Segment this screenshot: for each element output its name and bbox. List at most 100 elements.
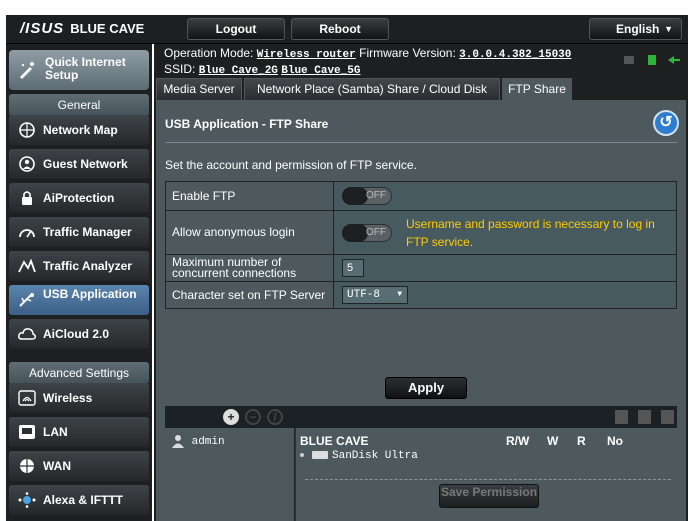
alexa-icon xyxy=(18,492,36,508)
anonymous-login-toggle[interactable]: OFF xyxy=(342,223,392,242)
nav-network-map[interactable]: Network Map xyxy=(9,115,149,145)
monitor-icon xyxy=(19,425,35,439)
row-enable-ftp: Enable FTP OFF xyxy=(165,181,677,211)
nav-usb-application[interactable]: USB Application xyxy=(9,285,149,315)
account-list: admin xyxy=(165,428,295,521)
wizard-icon xyxy=(20,62,34,79)
product-name: BLUE CAVE xyxy=(70,21,145,36)
toggle-state: OFF xyxy=(366,190,386,201)
ssid-label: SSID: xyxy=(164,62,196,76)
nav-label: WAN xyxy=(43,459,71,473)
enable-ftp-toggle[interactable]: OFF xyxy=(342,187,392,205)
cloud-icon xyxy=(18,328,36,340)
app-icon[interactable] xyxy=(623,52,635,64)
modify-folder-icon[interactable] xyxy=(661,410,674,424)
nav-label: Alexa & IFTTT xyxy=(43,493,124,507)
nav-guest-network[interactable]: Guest Network xyxy=(9,149,149,179)
disk-item[interactable]: SanDisk Ultra xyxy=(300,450,418,462)
nav-alexa-ifttt[interactable]: Alexa & IFTTT xyxy=(9,485,149,515)
chevron-down-icon: ▼ xyxy=(397,290,402,299)
usb-icon xyxy=(19,293,34,307)
charset-select[interactable]: UTF-8 ▼ xyxy=(342,286,408,304)
anonymous-warning-text: Username and password is necessary to lo… xyxy=(406,216,655,249)
minus-icon: − xyxy=(249,410,257,424)
page-description: Set the account and permission of FTP se… xyxy=(165,158,417,172)
nav-label: Network Map xyxy=(43,123,118,137)
globe-icon xyxy=(20,459,34,473)
nav-aicloud[interactable]: AiCloud 2.0 xyxy=(9,319,149,349)
charset-cell: UTF-8 ▼ xyxy=(333,281,677,309)
row-anonymous-login: Allow anonymous login OFF Username and p… xyxy=(165,210,677,255)
tab-ftp-share[interactable]: FTP Share xyxy=(502,78,572,100)
perm-header-w: W xyxy=(547,434,559,448)
tab-media-server[interactable]: Media Server xyxy=(156,78,242,100)
back-arrow-icon: ↺ xyxy=(659,114,673,131)
chart-icon xyxy=(18,258,36,273)
add-account-button[interactable]: + xyxy=(223,409,239,425)
toggle-knob xyxy=(342,187,368,205)
usb-status-icon[interactable] xyxy=(646,52,658,65)
toggle-knob xyxy=(342,223,368,242)
delete-folder-icon[interactable] xyxy=(638,410,651,424)
gauge-icon xyxy=(19,229,35,238)
quick-internet-setup-button[interactable]: Quick Internet Setup xyxy=(9,50,149,90)
logout-button[interactable]: Logout xyxy=(187,18,285,40)
save-permission-button[interactable]: Save Permission xyxy=(439,484,539,508)
divider xyxy=(165,142,677,143)
divider xyxy=(305,479,671,480)
nav-label: AiCloud 2.0 xyxy=(43,327,110,341)
nav-traffic-analyzer[interactable]: Traffic Analyzer xyxy=(9,251,149,281)
user-icon xyxy=(172,435,184,448)
anonymous-login-cell: OFF Username and password is necessary t… xyxy=(333,210,677,255)
page-title: USB Application - FTP Share xyxy=(165,117,329,131)
nav-label: AiProtection xyxy=(43,191,115,205)
nav-traffic-manager[interactable]: Traffic Manager xyxy=(9,217,149,247)
account-name: admin xyxy=(191,435,225,448)
edit-icon: / xyxy=(273,410,277,424)
firmware-link[interactable]: 3.0.0.4.382_15030 xyxy=(459,49,571,61)
add-folder-icon[interactable] xyxy=(615,410,628,424)
quick-setup-label: Quick Internet Setup xyxy=(45,55,126,82)
device-name: BLUE CAVE xyxy=(300,434,369,448)
account-item[interactable]: admin xyxy=(171,434,225,448)
perm-header-no: No xyxy=(607,434,623,448)
nav-label: Traffic Manager xyxy=(43,225,132,239)
nav-wan[interactable]: WAN xyxy=(9,451,149,481)
nav-aiprotection[interactable]: AiProtection xyxy=(9,183,149,213)
max-connections-input[interactable]: 5 xyxy=(342,259,364,277)
perm-header-r: R xyxy=(577,434,586,448)
toggle-state: OFF xyxy=(366,226,386,238)
delete-account-button[interactable]: − xyxy=(245,409,261,425)
nav-label: LAN xyxy=(43,425,68,439)
ssid-5g-link[interactable]: Blue Cave_5G xyxy=(281,65,360,77)
nav-lan[interactable]: LAN xyxy=(9,417,149,447)
enable-ftp-label: Enable FTP xyxy=(165,181,334,211)
apply-button[interactable]: Apply xyxy=(385,377,467,399)
tab-samba-share[interactable]: Network Place (Samba) Share / Cloud Disk xyxy=(244,78,500,100)
lock-icon xyxy=(22,191,32,205)
operation-mode-link[interactable]: Wireless router xyxy=(257,49,356,61)
advanced-settings-header: Advanced Settings xyxy=(9,362,149,384)
ftp-settings-table: Enable FTP OFF Allow anonymous login OFF… xyxy=(165,181,677,309)
charset-label: Character set on FTP Server xyxy=(165,281,334,309)
anonymous-login-label: Allow anonymous login xyxy=(165,210,334,255)
firmware-label: Firmware Version: xyxy=(359,46,456,60)
modify-account-button[interactable]: / xyxy=(267,409,283,425)
back-button[interactable]: ↺ xyxy=(653,110,679,136)
ssid-2g-link[interactable]: Blue Cave_2G xyxy=(199,65,278,77)
drive-icon xyxy=(312,451,328,460)
perm-header-rw: R/W xyxy=(506,434,530,448)
operation-mode-label: Operation Mode: xyxy=(164,46,254,60)
language-select[interactable]: English ▼ xyxy=(589,18,682,40)
max-connections-label: Maximum number of concurrent connections xyxy=(165,254,334,282)
status-icons xyxy=(617,52,680,70)
network-status-icon[interactable] xyxy=(668,52,680,64)
expand-dot-icon xyxy=(300,453,304,458)
main-content: Operation Mode: Wireless router Firmware… xyxy=(154,44,688,521)
sidebar: Quick Internet Setup General Network Map… xyxy=(6,44,152,521)
nav-label: Guest Network xyxy=(43,157,128,171)
account-permissions: + − / admin BLUE CAVE R/W W R No SanDisk… xyxy=(165,406,677,521)
reboot-button[interactable]: Reboot xyxy=(291,18,389,40)
guest-icon xyxy=(19,156,35,172)
nav-wireless[interactable]: Wireless xyxy=(9,383,149,413)
